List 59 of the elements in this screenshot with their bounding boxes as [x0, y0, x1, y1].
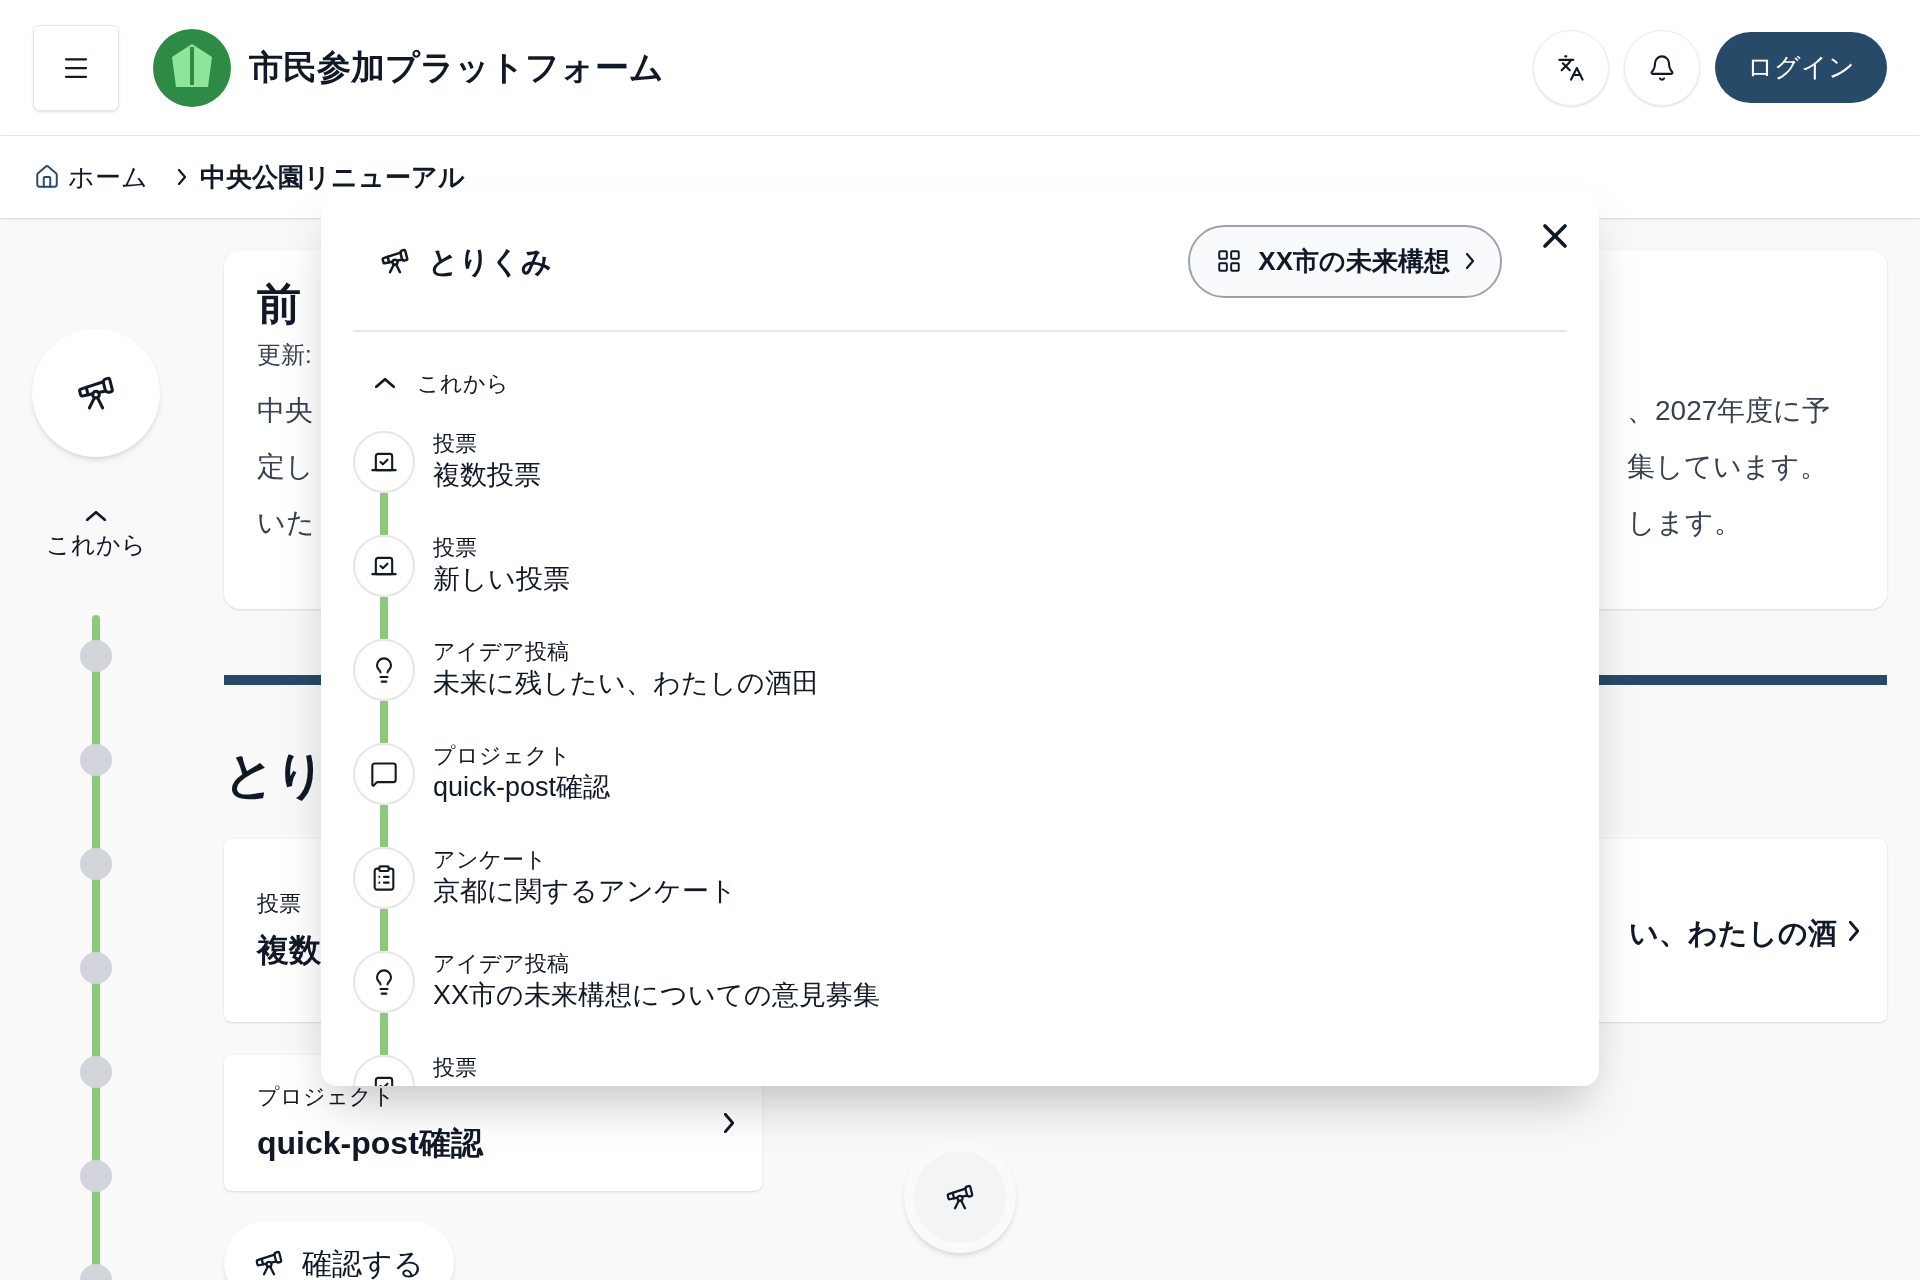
item-type: 投票 [433, 535, 478, 561]
activity-item[interactable]: プロジェクト quick-post確認 [415, 743, 611, 805]
item-type: アンケート [433, 847, 548, 873]
card-title: 複数 [257, 931, 321, 970]
card-label: プロジェクト [257, 1082, 395, 1111]
breadcrumb-link[interactable]: ホーム [68, 157, 148, 197]
card-title: い、わたしの酒 [1629, 915, 1837, 951]
item-type: プロジェクト [433, 743, 572, 769]
item-title: 新しい投票 [433, 563, 570, 596]
chevron-icon [724, 1113, 735, 1133]
confirm-button[interactable]: 確認する [224, 1221, 454, 1280]
item-type: 投票 [433, 1055, 477, 1081]
card-label: 投票 [257, 890, 301, 918]
telescope-icon [380, 246, 410, 276]
translate-icon [1557, 53, 1585, 82]
login-button[interactable]: ログイン [1715, 32, 1887, 103]
chevron-icon [178, 169, 186, 185]
activity-item[interactable]: 投票 複数投票 [415, 431, 541, 493]
section-label: これから [417, 369, 509, 398]
item-type: アイデア投稿 [433, 951, 570, 977]
grid-icon [1216, 248, 1243, 274]
activity-item[interactable]: アンケート 京都に関するアンケート [415, 847, 737, 909]
activity-item[interactable]: アイデア投稿 未来に残したい、わたしの酒田 [415, 639, 819, 701]
dialog-title: とりくみ [428, 243, 552, 280]
chevron-icon [1849, 920, 1859, 941]
telescope-icon [254, 1248, 284, 1278]
updated-text: 更新: [257, 339, 312, 370]
item-type: アイデア投稿 [433, 639, 570, 665]
project-link-button[interactable]: XX市の未来構想 [1188, 224, 1502, 298]
chevron-icon [1466, 253, 1474, 269]
breadcrumb-current: 中央公園リニューアル [200, 160, 465, 194]
description-text: 集しています。 [1627, 449, 1829, 484]
logo-icon [153, 28, 231, 107]
menu-button[interactable] [33, 24, 119, 111]
activity-item[interactable]: アイデア投稿 XX市の未来構想についての意見募集 [415, 951, 881, 1013]
telescope-icon [945, 1182, 975, 1212]
card-title: quick-post確認 [257, 1123, 483, 1163]
bell-icon [1648, 53, 1676, 82]
description-text: 中央 [257, 393, 313, 428]
item-title: 未来に残したい、わたしの酒田 [433, 667, 819, 700]
item-title: 複数投票 [433, 459, 541, 492]
item-title: XX市の未来構想についての意見募集 [433, 979, 881, 1012]
card-title: 前 [257, 278, 301, 330]
activity-item[interactable]: 投票 新しい投票 [415, 535, 570, 597]
item-type: 投票 [433, 431, 478, 457]
rail-label: これから [46, 530, 146, 560]
description-text: します。 [1627, 505, 1743, 540]
site-title: 市民参加プラットフォーム [249, 47, 664, 88]
home-icon [34, 164, 60, 190]
chevron-icon[interactable] [375, 378, 395, 388]
activity-item[interactable]: 投票 [415, 1055, 477, 1086]
item-title: 京都に関するアンケート [433, 875, 737, 908]
description-text: 、2027年度に予 [1627, 393, 1832, 428]
description-text: いた [257, 505, 315, 540]
description-text: 定し [257, 449, 314, 484]
item-title: quick-post確認 [433, 771, 611, 804]
chat-bubble-icon [370, 760, 398, 788]
chevron-icon[interactable] [86, 511, 106, 521]
section-heading: とり [224, 746, 326, 805]
